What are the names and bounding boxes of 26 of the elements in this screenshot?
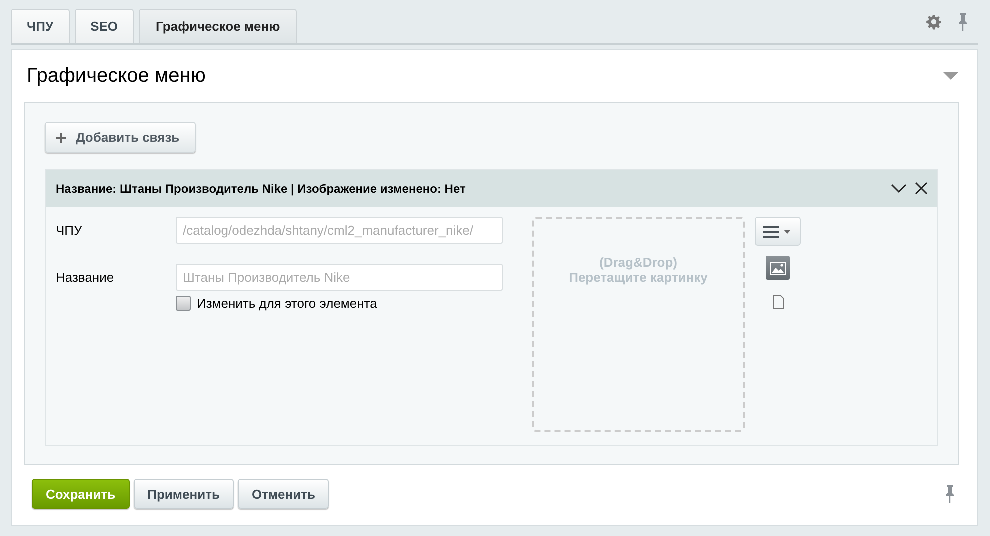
checkbox-label: Изменить для этого элемента	[197, 296, 378, 311]
chevron-down-icon[interactable]	[891, 184, 907, 194]
menu-button[interactable]	[755, 217, 801, 246]
settings-icon[interactable]	[926, 14, 942, 30]
tab[interactable]: SEO	[74, 9, 134, 43]
plus-icon	[56, 132, 66, 142]
field-label: Название	[56, 270, 116, 285]
input-field[interactable]: /catalog/odezhda/shtany/cml2_manufacturer_nike/	[176, 217, 503, 244]
drop-hint: Перетащите картинку	[569, 270, 708, 285]
tab[interactable]: Графическое меню	[139, 9, 298, 43]
add-link-button[interactable]: Добавить связь	[45, 122, 196, 153]
tab[interactable]: ЧПУ	[11, 9, 70, 43]
pin-icon[interactable]	[958, 13, 968, 31]
collapse-icon[interactable]	[943, 72, 959, 80]
input-field[interactable]: Штаны Производитель Nike	[176, 264, 503, 291]
drop-hint: (Drag&Drop)	[600, 255, 678, 270]
field-label: ЧПУ	[56, 223, 84, 238]
action-button[interactable]: Отменить	[238, 479, 330, 509]
pin-icon[interactable]	[945, 485, 955, 503]
image-icon[interactable]	[766, 256, 790, 280]
item-title: Название: Штаны Производитель Nike | Изображение изменено: Нет	[56, 182, 467, 196]
menu-icon	[763, 226, 793, 238]
action-button[interactable]: Применить	[134, 479, 234, 509]
close-icon[interactable]	[915, 182, 928, 195]
checkbox[interactable]	[176, 296, 191, 311]
section-title: Графическое меню	[27, 64, 206, 88]
